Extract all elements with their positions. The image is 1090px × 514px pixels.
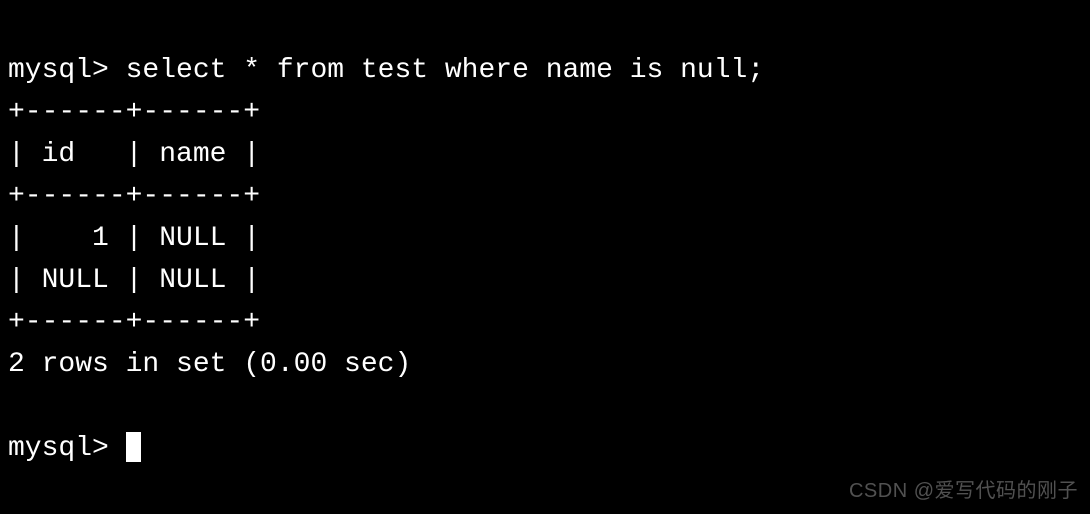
status-line: 2 rows in set (0.00 sec)	[8, 349, 411, 380]
table-row: | 1 | NULL |	[8, 223, 260, 254]
mysql-prompt: mysql>	[8, 433, 126, 464]
table-row: | NULL | NULL |	[8, 265, 260, 296]
sql-query: select * from test where name is null;	[126, 55, 765, 86]
prompt-line: mysql> select * from test where name is …	[8, 55, 764, 86]
terminal-cursor	[126, 432, 141, 462]
table-bottom-border: +------+------+	[8, 307, 260, 338]
table-header-border: +------+------+	[8, 181, 260, 212]
terminal-output: mysql> select * from test where name is …	[8, 8, 1082, 470]
prompt-line-active[interactable]: mysql>	[8, 433, 141, 464]
mysql-prompt: mysql>	[8, 55, 126, 86]
table-header-row: | id | name |	[8, 139, 260, 170]
csdn-watermark: CSDN @爱写代码的刚子	[849, 476, 1078, 506]
table-top-border: +------+------+	[8, 97, 260, 128]
